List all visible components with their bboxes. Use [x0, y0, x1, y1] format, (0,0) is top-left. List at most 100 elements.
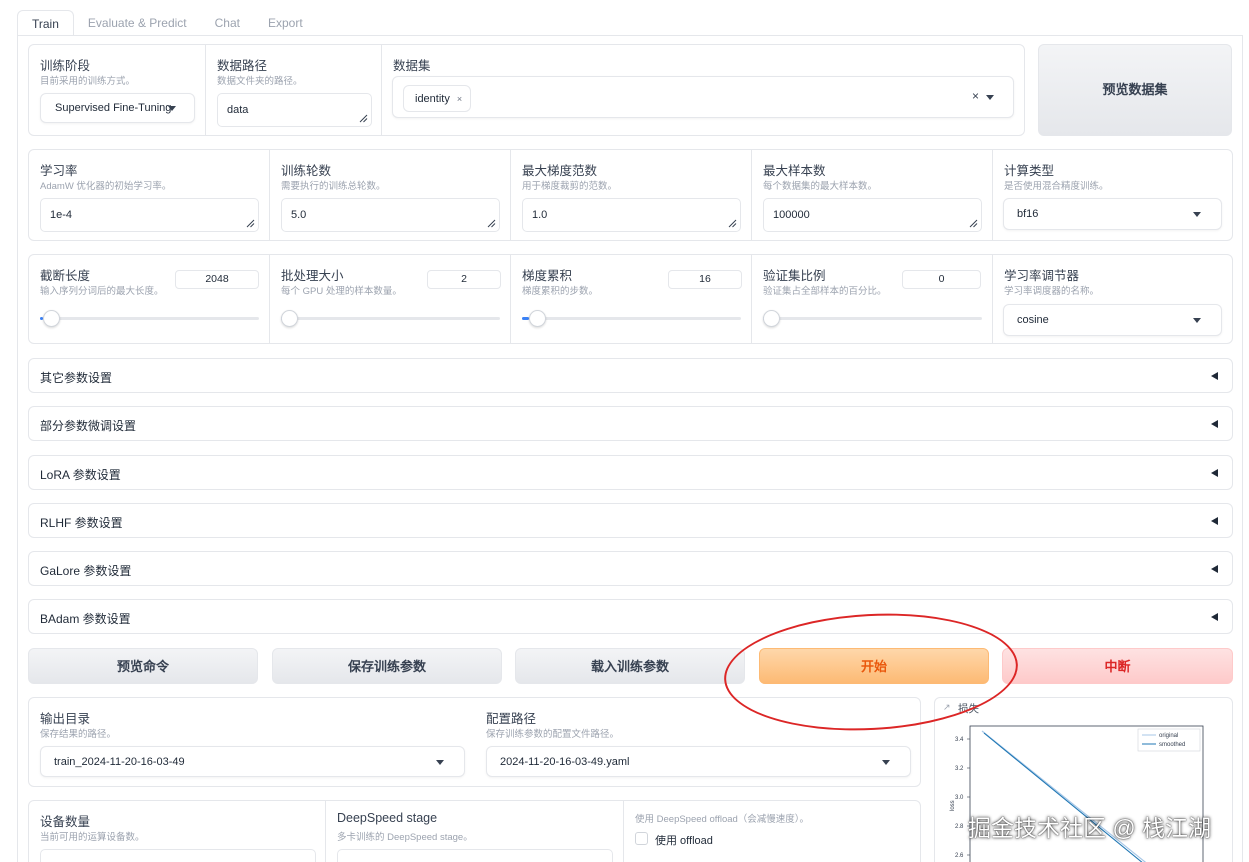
dataset-chip: identity × [403, 85, 472, 112]
abort-button[interactable]: 中断 [1002, 648, 1233, 684]
tab-export[interactable]: Export [254, 10, 317, 36]
learning-rate-cell: 学习率 AdamW 优化器的初始学习率。 1e-4 [29, 150, 270, 240]
collapse-arrow-icon [1211, 420, 1218, 428]
device-count-desc: 当前可用的运算设备数。 [40, 832, 145, 843]
max-grad-norm-input[interactable]: 1.0 [522, 198, 741, 232]
slider-thumb[interactable] [763, 310, 780, 327]
resize-handle-icon[interactable] [969, 219, 978, 228]
batch-size-slider[interactable] [281, 310, 500, 327]
tab-evaluate-predict[interactable]: Evaluate & Predict [74, 10, 201, 36]
grad-accum-number[interactable]: 16 [668, 270, 742, 289]
lr-scheduler-cell: 学习率调节器 学习率调度器的名称。 cosine [993, 255, 1232, 343]
y-tick-label: 3.4 [955, 737, 964, 743]
output-dir-desc: 保存结果的路径。 [40, 729, 117, 740]
ds-offload-desc: 使用 DeepSpeed offload（会减慢速度）。 [635, 814, 810, 825]
learning-rate-desc: AdamW 优化器的初始学习率。 [40, 181, 172, 192]
tab-chat[interactable]: Chat [201, 10, 254, 36]
ds-offload-cell: 使用 DeepSpeed offload（会减慢速度）。 使用 offload [624, 801, 920, 862]
max-samples-label: 最大样本数 [763, 164, 826, 178]
chevron-down-icon [1193, 318, 1201, 323]
save-args-button[interactable]: 保存训练参数 [272, 648, 502, 684]
accordion-freeze-settings[interactable]: 部分参数微调设置 [28, 406, 1233, 441]
load-args-button[interactable]: 载入训练参数 [515, 648, 745, 684]
lr-scheduler-value: cosine [1017, 314, 1049, 326]
learning-rate-input[interactable]: 1e-4 [40, 198, 259, 232]
resize-handle-icon[interactable] [728, 219, 737, 228]
resize-handle-icon[interactable] [487, 219, 496, 228]
grad-accum-slider[interactable] [522, 310, 741, 327]
max-grad-norm-desc: 用于梯度裁剪的范数。 [522, 181, 618, 192]
chevron-down-icon [436, 759, 444, 765]
training-stage-desc: 目前采用的训练方式。 [40, 76, 136, 87]
slider-thumb[interactable] [43, 310, 61, 327]
config-path-desc: 保存训练参数的配置文件路径。 [486, 729, 620, 740]
tab-bar: Train Evaluate & Predict Chat Export [17, 10, 317, 36]
device-count-input[interactable] [40, 849, 316, 862]
accordion-rlhf-settings[interactable]: RLHF 参数设置 [28, 503, 1233, 538]
device-count-label: 设备数量 [40, 815, 91, 829]
dataset-chip-label: identity [415, 92, 450, 105]
clear-icon[interactable]: × [972, 89, 979, 103]
tab-train[interactable]: Train [17, 10, 74, 36]
batch-size-number[interactable]: 2 [427, 270, 501, 289]
compute-type-dropdown[interactable]: bf16 [1003, 198, 1222, 230]
cutoff-len-desc: 输入序列分词后的最大长度。 [40, 286, 164, 297]
lr-scheduler-desc: 学习率调度器的名称。 [1004, 286, 1100, 297]
collapse-arrow-icon [1211, 469, 1218, 477]
max-samples-input[interactable]: 100000 [763, 198, 982, 232]
compute-type-cell: 计算类型 是否使用混合精度训练。 bf16 [993, 150, 1232, 240]
y-tick-label: 3.2 [955, 766, 964, 772]
ds-stage-label: DeepSpeed stage [337, 811, 438, 825]
ds-offload-checkbox[interactable] [635, 832, 648, 845]
preview-dataset-button[interactable]: 预览数据集 [1038, 44, 1232, 136]
resize-handle-icon[interactable] [246, 219, 255, 228]
accordion-title: RLHF 参数设置 [40, 516, 123, 530]
accordion-title: BAdam 参数设置 [40, 612, 131, 626]
config-path-dropdown[interactable]: 2024-11-20-16-03-49.yaml [486, 746, 911, 777]
start-button[interactable]: 开始 [759, 648, 989, 684]
collapse-arrow-icon [1211, 565, 1218, 573]
collapse-arrow-icon [1211, 372, 1218, 380]
lr-scheduler-dropdown[interactable]: cosine [1003, 304, 1222, 336]
accordion-other-settings[interactable]: 其它参数设置 [28, 358, 1233, 393]
resize-handle-icon[interactable] [359, 114, 368, 123]
y-axis-label: loss [950, 800, 956, 811]
chevron-down-icon [882, 759, 890, 765]
slider-thumb[interactable] [281, 310, 298, 327]
preview-command-button[interactable]: 预览命令 [28, 648, 258, 684]
cutoff-len-label: 截断长度 [40, 269, 91, 283]
ds-stage-desc: 多卡训练的 DeepSpeed stage。 [337, 832, 473, 843]
val-size-slider[interactable] [763, 310, 982, 327]
training-stage-label: 训练阶段 [40, 59, 91, 73]
epochs-input[interactable]: 5.0 [281, 198, 500, 232]
cutoff-len-number[interactable]: 2048 [175, 270, 259, 289]
chevron-down-icon[interactable] [986, 95, 994, 100]
accordion-title: GaLore 参数设置 [40, 564, 132, 578]
accordion-badam-settings[interactable]: BAdam 参数设置 [28, 599, 1233, 634]
chip-remove-icon[interactable]: × [457, 94, 462, 104]
compute-type-value: bf16 [1017, 208, 1039, 220]
val-size-number[interactable]: 0 [902, 270, 981, 289]
accordion-galore-settings[interactable]: GaLore 参数设置 [28, 551, 1233, 586]
max-samples-desc: 每个数据集的最大样本数。 [763, 181, 878, 192]
batch-size-cell: 批处理大小 每个 GPU 处理的样本数量。 2 [270, 255, 511, 343]
training-stage-value: Supervised Fine-Tuning [55, 102, 172, 114]
slider-thumb[interactable] [528, 310, 546, 327]
dataset-label: 数据集 [393, 59, 431, 73]
chevron-down-icon [168, 106, 176, 111]
accordion-lora-settings[interactable]: LoRA 参数设置 [28, 455, 1233, 490]
output-dir-dropdown[interactable]: train_2024-11-20-16-03-49 [40, 746, 465, 777]
epochs-value: 5.0 [291, 209, 307, 221]
y-tick-label: 2.8 [955, 824, 964, 830]
training-stage-dropdown[interactable]: Supervised Fine-Tuning [40, 93, 195, 123]
data-path-input[interactable]: data [217, 93, 372, 127]
cutoff-len-slider[interactable] [40, 310, 259, 327]
dataset-multiselect[interactable]: identity × × [392, 76, 1014, 118]
collapse-arrow-icon [1211, 517, 1218, 525]
legend-original: original [1159, 733, 1178, 739]
max-grad-norm-cell: 最大梯度范数 用于梯度裁剪的范数。 1.0 [511, 150, 752, 240]
ds-stage-dropdown[interactable] [337, 849, 613, 862]
chevron-down-icon [1193, 212, 1201, 217]
watermark-text: 掘金技术社区 @ 栈江湖 [968, 815, 1212, 841]
grad-accum-label: 梯度累积 [522, 269, 573, 283]
